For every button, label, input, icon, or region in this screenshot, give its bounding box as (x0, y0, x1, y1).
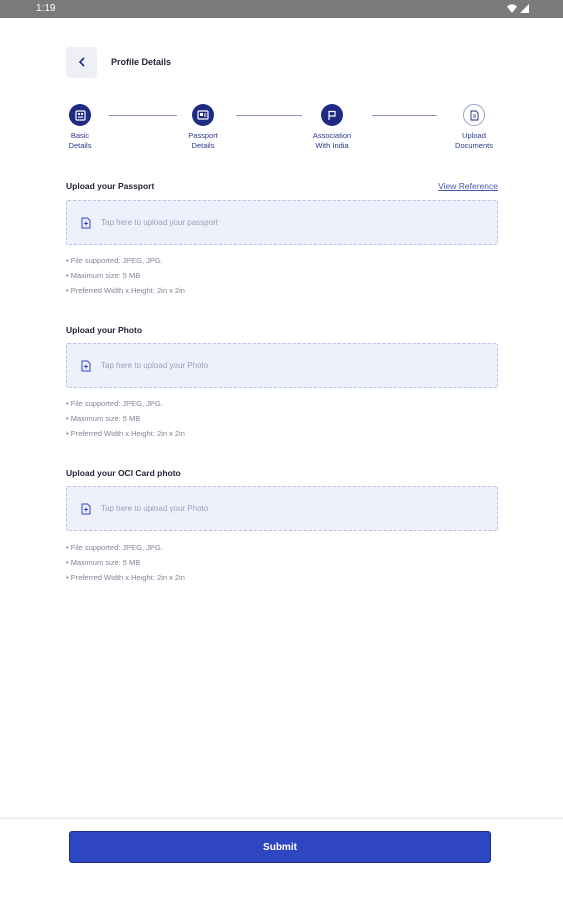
chevron-left-icon (78, 57, 85, 67)
id-card-icon (74, 109, 86, 121)
flag-icon (328, 110, 336, 120)
passport-icon (197, 110, 209, 120)
photo-upload-area[interactable]: Tap here to upload your Photo (66, 343, 498, 388)
step-label: Passport Details (188, 131, 218, 150)
step-connector (372, 115, 437, 116)
back-button[interactable] (66, 46, 97, 78)
file-upload-icon (79, 216, 93, 230)
footer: Submit (0, 818, 563, 900)
upload-placeholder: Tap here to upload your passport (101, 218, 218, 227)
signal-icon (520, 4, 529, 13)
wifi-icon (507, 4, 517, 13)
section-title: Upload your Passport (66, 181, 155, 191)
requirement-item: • Maximum size: 5 MB (66, 558, 141, 567)
step-connector (236, 115, 302, 116)
document-icon (470, 110, 478, 120)
step-basic-details: Basic Details (45, 104, 115, 151)
requirement-item: • Maximum size: 5 MB (66, 271, 141, 280)
section-title: Upload your OCI Card photo (66, 468, 181, 478)
step-circle (69, 104, 91, 126)
step-circle (463, 104, 485, 126)
step-label: Upload Documents (455, 131, 493, 150)
status-icons (507, 4, 529, 13)
step-connector (109, 115, 177, 116)
step-circle (321, 104, 343, 126)
step-association-with-india: Association With India (297, 104, 367, 151)
requirement-item: • Preferred Width x Height: 2in x 2in (66, 429, 185, 438)
step-upload-documents: Upload Documents (439, 104, 509, 151)
requirement-item: • File supported: JPEG, JPG. (66, 256, 163, 265)
upload-placeholder: Tap here to upload your Photo (101, 504, 209, 513)
page-title: Profile Details (111, 57, 172, 67)
section-title: Upload your Photo (66, 325, 143, 335)
header: Profile Details (66, 46, 171, 78)
step-passport-details: Passport Details (168, 104, 238, 151)
file-requirements: • File supported: JPEG, JPG. • Maximum s… (66, 540, 185, 585)
passport-upload-area[interactable]: Tap here to upload your passport (66, 200, 498, 245)
status-time: 1:19 (36, 3, 56, 14)
file-requirements: • File supported: JPEG, JPG. • Maximum s… (66, 396, 185, 441)
oci-card-upload-section: Upload your OCI Card photo Tap here to u… (66, 468, 498, 588)
step-label: Basic Details (68, 131, 92, 150)
submit-button[interactable]: Submit (69, 831, 491, 863)
step-label: Association With India (312, 131, 352, 150)
requirement-item: • File supported: JPEG, JPG. (66, 543, 163, 552)
oci-card-upload-area[interactable]: Tap here to upload your Photo (66, 486, 498, 531)
passport-upload-section: Upload your Passport View Reference Tap … (66, 181, 498, 301)
photo-upload-section: Upload your Photo Tap here to upload you… (66, 325, 498, 445)
requirement-item: • Preferred Width x Height: 2in x 2in (66, 573, 185, 582)
status-bar: 1:19 (0, 0, 563, 18)
upload-placeholder: Tap here to upload your Photo (101, 361, 209, 370)
requirement-item: • File supported: JPEG, JPG. (66, 399, 163, 408)
view-reference-link[interactable]: View Reference (438, 181, 498, 191)
requirement-item: • Preferred Width x Height: 2in x 2in (66, 286, 185, 295)
file-upload-icon (79, 502, 93, 516)
requirement-item: • Maximum size: 5 MB (66, 414, 141, 423)
file-requirements: • File supported: JPEG, JPG. • Maximum s… (66, 253, 185, 298)
file-upload-icon (79, 359, 93, 373)
step-circle (192, 104, 214, 126)
